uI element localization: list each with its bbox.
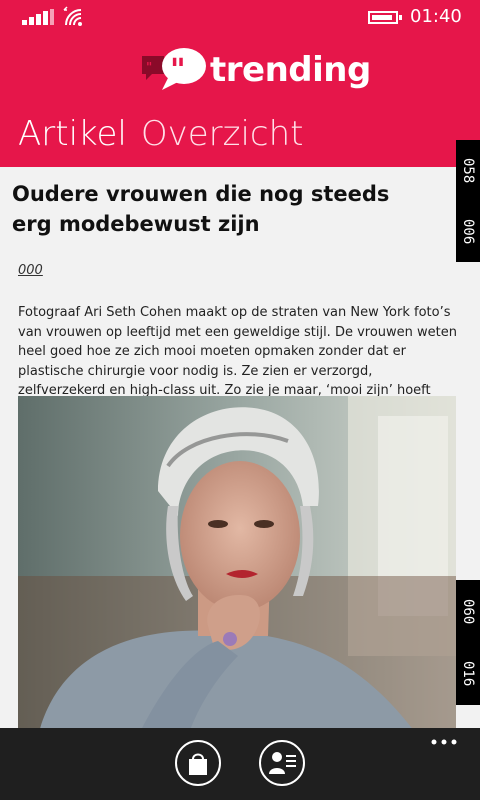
pivot-header: Artikel Overzicht <box>18 114 318 154</box>
app-header: " " trending Artikel Overzicht <box>0 32 480 167</box>
article-content[interactable]: Oudere vrouwen die nog steeds erg modebe… <box>0 167 456 728</box>
speech-bubble-logo-icon: " " <box>142 48 206 90</box>
article-title: Oudere vrouwen die nog steeds erg modebe… <box>12 182 390 236</box>
tab-overzicht[interactable]: Overzicht <box>141 114 304 154</box>
shopping-bag-icon <box>189 753 207 775</box>
status-bar: 01:40 <box>0 0 480 32</box>
side-ruler-top: 058 006 <box>456 140 480 262</box>
article-photo <box>18 396 456 728</box>
ruler-label: 016 <box>460 661 476 687</box>
side-ruler-bottom: 060 016 <box>456 580 480 705</box>
logo-text: trending <box>210 50 371 90</box>
app-bar <box>0 728 480 800</box>
article-meta[interactable]: 000 <box>18 263 43 278</box>
signal-icon <box>22 9 54 25</box>
more-options-icon[interactable] <box>428 730 460 750</box>
app-logo: " " trending <box>140 42 371 94</box>
clock: 01:40 <box>410 6 462 27</box>
ruler-label: 060 <box>460 598 476 624</box>
svg-text:": " <box>146 60 152 74</box>
ruler-label: 058 <box>460 157 476 184</box>
shop-button[interactable] <box>175 740 221 786</box>
wifi-icon <box>63 6 82 26</box>
battery-icon <box>368 11 402 24</box>
ruler-label: 006 <box>460 218 476 245</box>
tab-artikel[interactable]: Artikel <box>18 114 127 154</box>
profile-list-icon <box>269 752 296 774</box>
profile-list-button[interactable] <box>259 740 305 786</box>
svg-text:": " <box>170 53 186 88</box>
